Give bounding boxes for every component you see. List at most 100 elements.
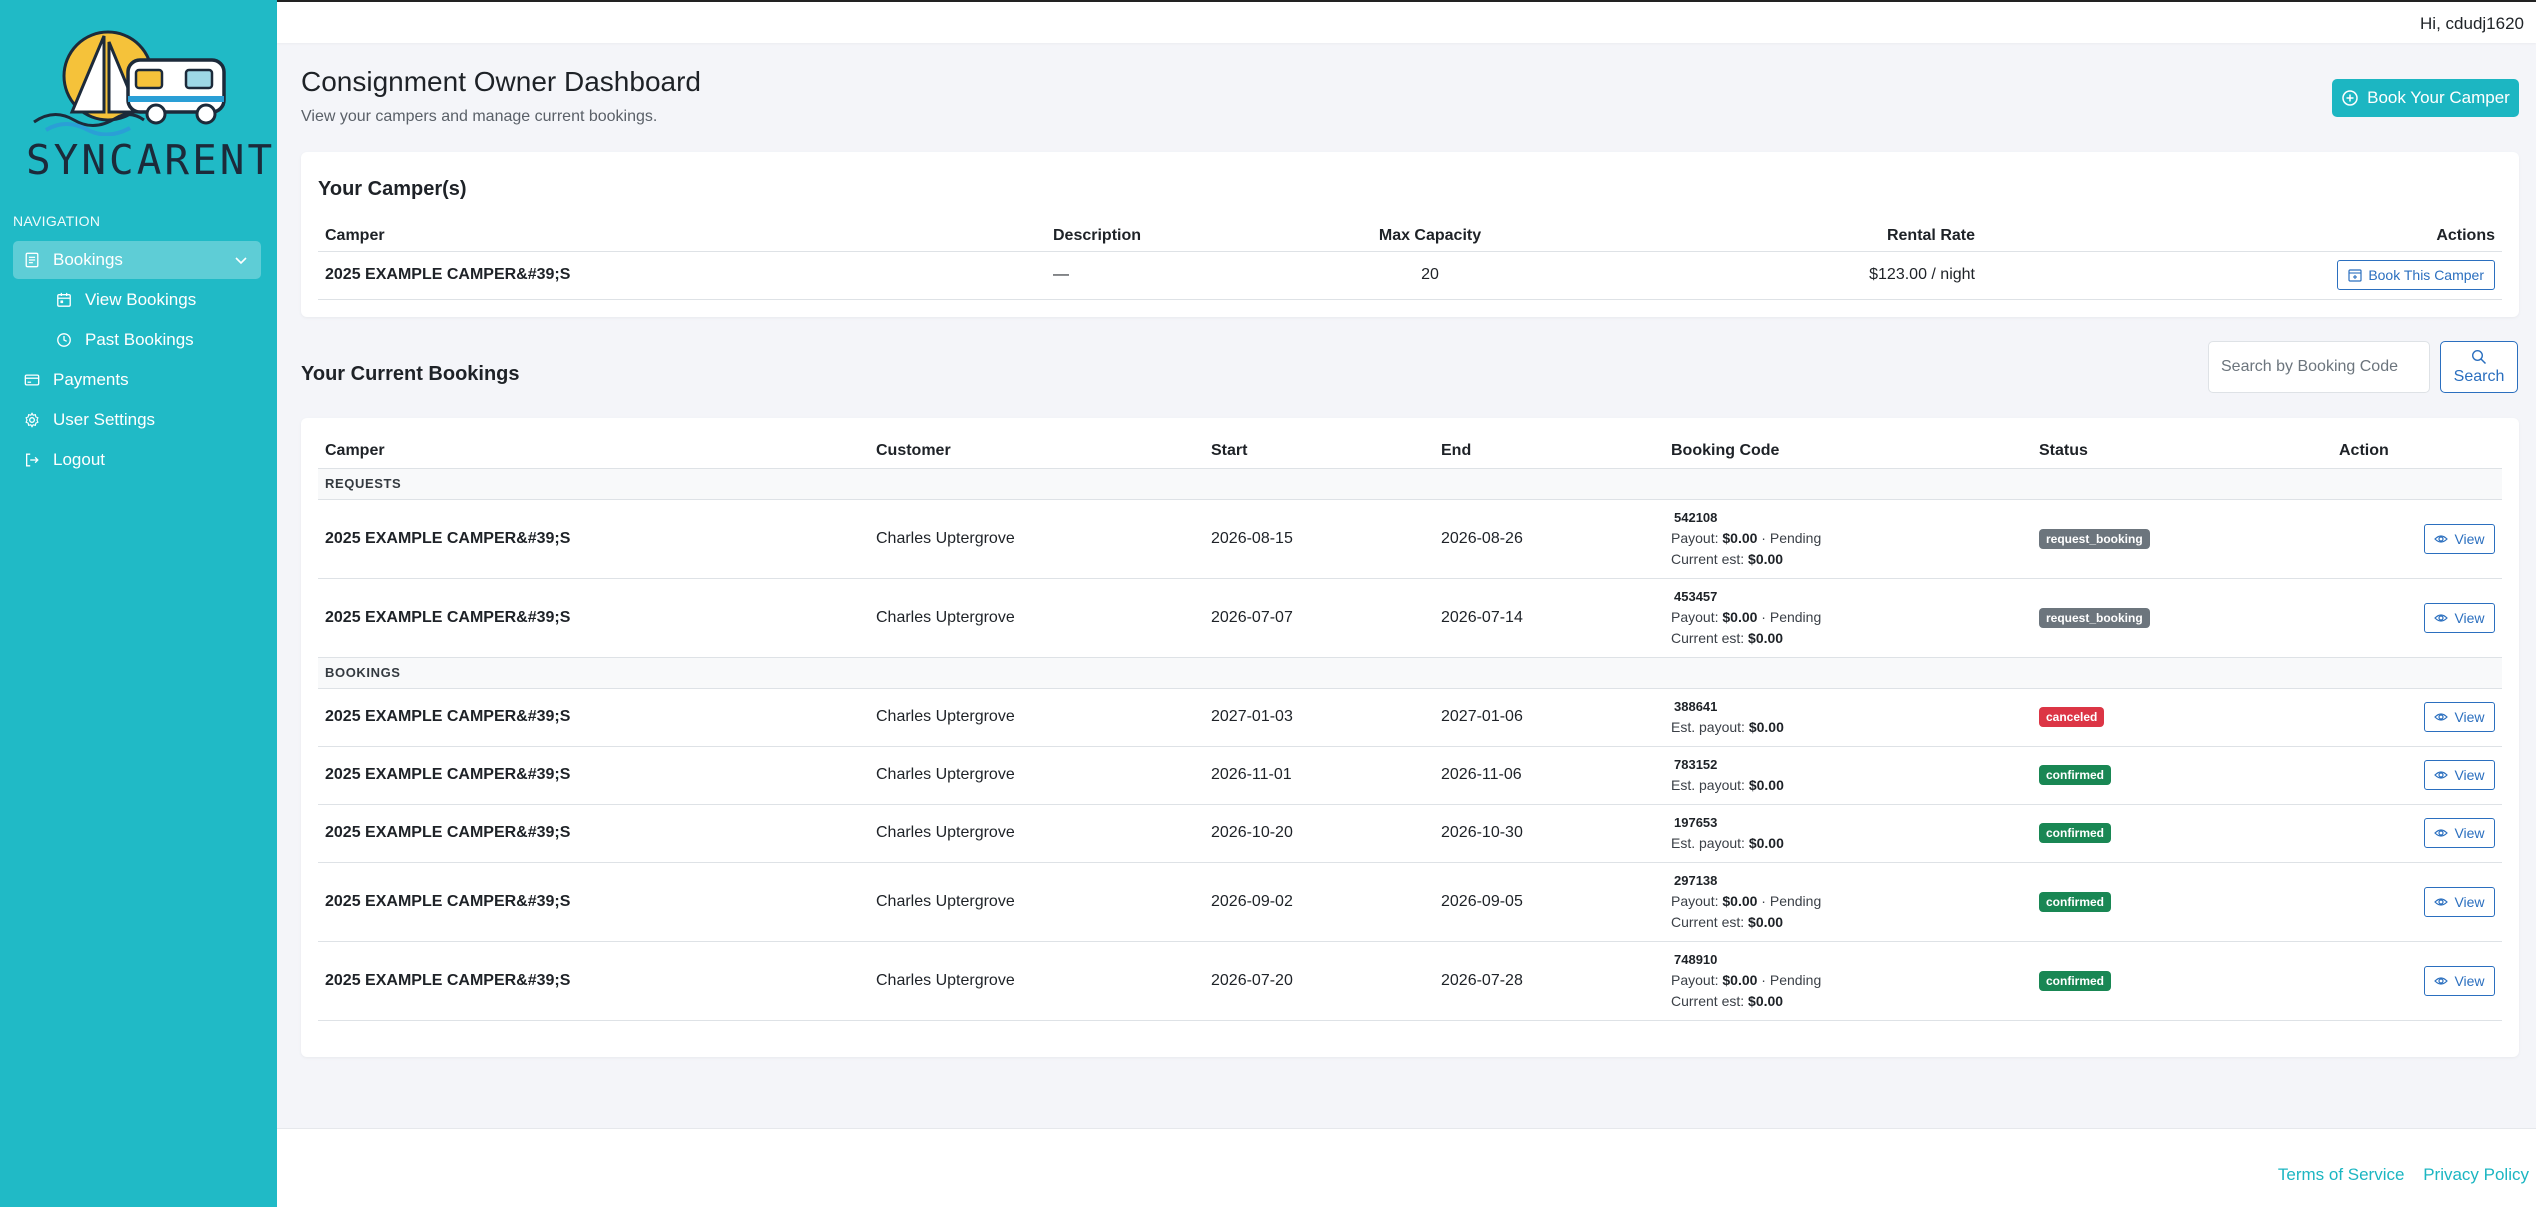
book-your-camper-button[interactable]: Book Your Camper bbox=[2332, 79, 2519, 117]
view-label: View bbox=[2454, 609, 2485, 626]
eye-icon bbox=[2434, 532, 2449, 546]
group-header-requests: REQUESTS bbox=[318, 468, 2502, 500]
estimate-amount: $0.00 bbox=[1748, 835, 1784, 851]
clock-icon bbox=[55, 331, 73, 349]
payout-label: Payout: bbox=[1671, 530, 1719, 546]
estimate-line: Est. payout: $0.00 bbox=[1671, 833, 2025, 854]
privacy-policy-link[interactable]: Privacy Policy bbox=[2423, 1165, 2529, 1184]
table-row: 2025 EXAMPLE CAMPER&#39;S Charles Upterg… bbox=[318, 499, 2502, 579]
view-label: View bbox=[2454, 767, 2485, 783]
view-booking-button[interactable]: View bbox=[2424, 760, 2495, 790]
booking-code: 297138 bbox=[1674, 873, 1718, 888]
campers-table-header: Camper Description Max Capacity Rental R… bbox=[318, 221, 2502, 252]
booking-start: 2026-09-02 bbox=[1204, 862, 1434, 942]
booking-status-cell: confirmed bbox=[2032, 862, 2332, 942]
status-badge: canceled bbox=[2039, 707, 2105, 727]
booking-status-cell: request_booking bbox=[2032, 499, 2332, 579]
table-row: 2025 EXAMPLE CAMPER&#39;S Charles Upterg… bbox=[318, 862, 2502, 942]
booking-status-cell: confirmed bbox=[2032, 804, 2332, 863]
sidebar-item-past-bookings[interactable]: Past Bookings bbox=[45, 321, 261, 359]
column-header-camper: Camper bbox=[318, 221, 1046, 252]
view-booking-button[interactable]: View bbox=[2424, 602, 2495, 633]
column-header-actions: Actions bbox=[1982, 221, 2502, 252]
search-button-label: Search bbox=[2453, 367, 2505, 385]
estimate-line: Est. payout: $0.00 bbox=[1671, 775, 2025, 796]
booking-action-cell: View bbox=[2332, 688, 2502, 747]
sidebar-item-bookings[interactable]: Bookings bbox=[13, 241, 261, 279]
terms-of-service-link[interactable]: Terms of Service bbox=[2278, 1165, 2405, 1184]
sidebar-item-user-settings[interactable]: User Settings bbox=[13, 401, 261, 439]
booking-code: 783152 bbox=[1674, 757, 1718, 772]
booking-customer: Charles Uptergrove bbox=[869, 746, 1204, 805]
footer: Terms of Service Privacy Policy bbox=[277, 1129, 2536, 1207]
estimate-label: Current est: bbox=[1671, 993, 1745, 1009]
column-header-start: Start bbox=[1204, 434, 1434, 469]
sidebar-item-logout[interactable]: Logout bbox=[13, 441, 261, 479]
view-booking-button[interactable]: View bbox=[2424, 965, 2495, 996]
booking-end: 2026-10-30 bbox=[1434, 804, 1664, 863]
view-label: View bbox=[2454, 825, 2485, 841]
estimate-line: Current est: $0.00 bbox=[1671, 912, 2025, 933]
sidebar-item-payments[interactable]: Payments bbox=[13, 361, 261, 399]
booking-start: 2027-01-03 bbox=[1204, 688, 1434, 747]
sidebar-item-view-bookings[interactable]: View Bookings bbox=[45, 281, 261, 319]
sidebar-item-label: Past Bookings bbox=[85, 330, 194, 349]
booking-start: 2026-07-20 bbox=[1204, 941, 1434, 1021]
estimate-line: Current est: $0.00 bbox=[1671, 628, 2025, 649]
estimate-label: Current est: bbox=[1671, 551, 1745, 567]
booking-end: 2026-09-05 bbox=[1434, 862, 1664, 942]
column-header-action: Action bbox=[2332, 434, 2502, 469]
booking-customer: Charles Uptergrove bbox=[869, 804, 1204, 863]
search-button[interactable]: Search bbox=[2440, 341, 2518, 393]
sidebar-item-label: Payments bbox=[53, 370, 129, 389]
booking-customer: Charles Uptergrove bbox=[869, 862, 1204, 942]
book-this-camper-button[interactable]: Book This Camper bbox=[2337, 260, 2495, 290]
booking-code-cell: 197653 Est. payout: $0.00 bbox=[1664, 804, 2032, 863]
campers-card: Your Camper(s) Camper Description Max Ca… bbox=[301, 152, 2519, 317]
booking-end: 2026-07-28 bbox=[1434, 941, 1664, 1021]
group-header-bookings: BOOKINGS bbox=[318, 657, 2502, 689]
column-header-end: End bbox=[1434, 434, 1664, 469]
booking-action-cell: View bbox=[2332, 499, 2502, 579]
footer-links: Terms of Service Privacy Policy bbox=[2264, 1165, 2529, 1185]
estimate-label: Current est: bbox=[1671, 630, 1745, 646]
estimate-line: Current est: $0.00 bbox=[1671, 991, 2025, 1012]
user-greeting[interactable]: Hi, cdudj1620 bbox=[2420, 14, 2524, 34]
booking-action-cell: View bbox=[2332, 578, 2502, 658]
booking-customer: Charles Uptergrove bbox=[869, 688, 1204, 747]
sidebar-item-label: Logout bbox=[53, 450, 105, 469]
booking-code-search-input[interactable] bbox=[2208, 341, 2430, 393]
status-badge: request_booking bbox=[2039, 528, 2150, 549]
booking-camper: 2025 EXAMPLE CAMPER&#39;S bbox=[318, 941, 869, 1021]
sidebar-item-label: User Settings bbox=[53, 410, 156, 429]
campers-table: Camper Description Max Capacity Rental R… bbox=[318, 221, 2502, 300]
logo-text: SYNCARENT bbox=[26, 136, 276, 184]
status-badge: confirmed bbox=[2039, 970, 2112, 991]
view-label: View bbox=[2454, 972, 2485, 989]
search-icon bbox=[2471, 349, 2487, 365]
syncarent-logo[interactable]: SYNCARENT bbox=[26, 26, 276, 184]
table-row: 2025 EXAMPLE CAMPER&#39;S Charles Upterg… bbox=[318, 578, 2502, 658]
booking-status-cell: confirmed bbox=[2032, 941, 2332, 1021]
chevron-down-icon[interactable] bbox=[233, 252, 249, 268]
column-header-booking-code: Booking Code bbox=[1664, 434, 2032, 469]
page-subtitle: View your campers and manage current boo… bbox=[301, 108, 658, 125]
view-booking-button[interactable]: View bbox=[2424, 818, 2495, 848]
sidebar: SYNCARENT NAVIGATION Bookings View Booki… bbox=[0, 0, 277, 1207]
booking-action-cell: View bbox=[2332, 941, 2502, 1021]
view-booking-button[interactable]: View bbox=[2424, 702, 2495, 732]
payout-label: Payout: bbox=[1671, 609, 1719, 625]
column-header-rental-rate: Rental Rate bbox=[1528, 221, 1982, 252]
booking-action-cell: View bbox=[2332, 746, 2502, 805]
estimate-amount: $0.00 bbox=[1748, 777, 1784, 793]
view-booking-button[interactable]: View bbox=[2424, 523, 2495, 554]
table-row: 2025 EXAMPLE CAMPER&#39;S Charles Upterg… bbox=[318, 688, 2502, 747]
booking-start: 2026-10-20 bbox=[1204, 804, 1434, 863]
bookings-table: Camper Customer Start End Booking Code S… bbox=[318, 434, 2502, 1021]
camper-description: — bbox=[1046, 251, 1332, 300]
view-booking-button[interactable]: View bbox=[2424, 886, 2495, 917]
eye-icon bbox=[2434, 895, 2449, 909]
booking-action-cell: View bbox=[2332, 804, 2502, 863]
booking-status-cell: canceled bbox=[2032, 688, 2332, 747]
booking-code-cell: 783152 Est. payout: $0.00 bbox=[1664, 746, 2032, 805]
